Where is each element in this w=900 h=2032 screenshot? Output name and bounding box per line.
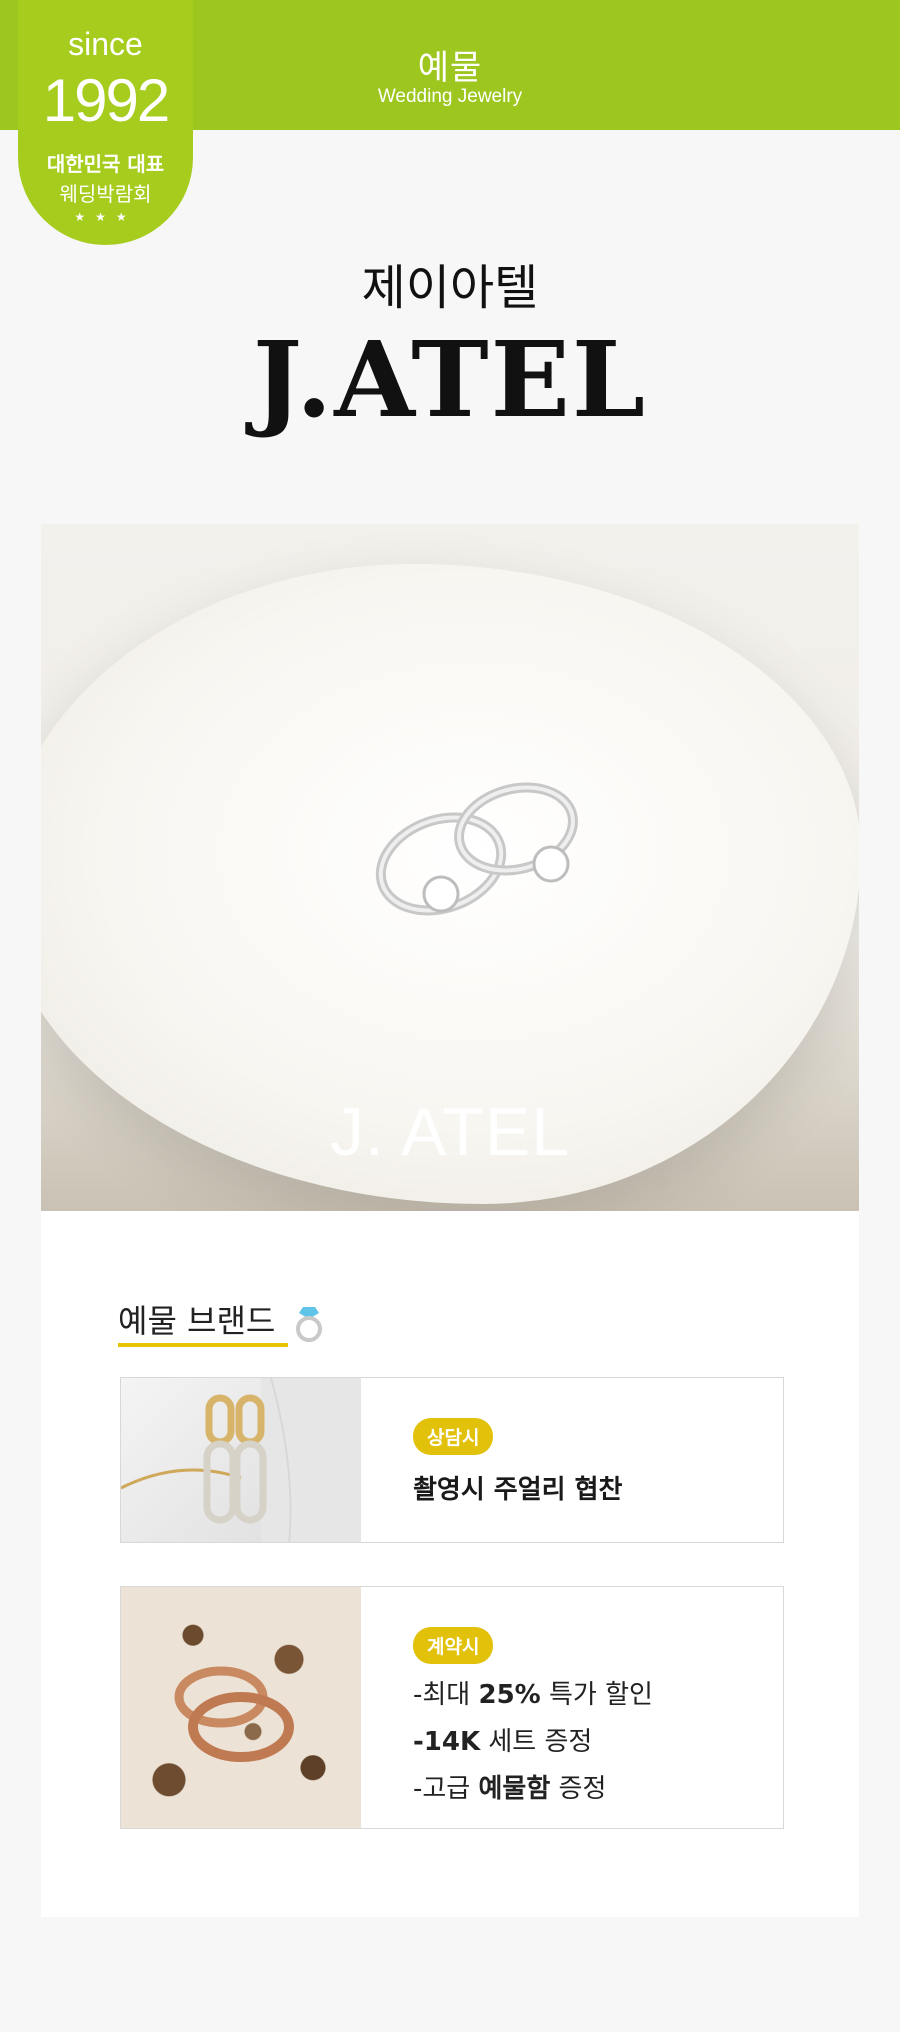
card-info: 계약시 -최대 25% 특가 할인 -14K 세트 증정 -고급 예물함 증정 [413, 1627, 653, 1813]
hero-image: J. ATEL [41, 524, 859, 1211]
badge-since: since [68, 26, 143, 62]
tag-badge: 상담시 [413, 1418, 494, 1455]
benefit-text: 촬영시 주얼리 협찬 [413, 1475, 623, 1505]
since-badge: since 1992 대한민국 대표 웨딩박람회 ★★★ [18, 0, 193, 245]
badge-year: 1992 [42, 67, 170, 134]
benefit-line: -14K 세트 증정 [413, 1727, 593, 1757]
rings-icon [375, 782, 578, 916]
badge-line2: 웨딩박람회 [59, 182, 152, 206]
earrings-photo [121, 1378, 361, 1542]
section-underline [118, 1343, 288, 1347]
benefit-line: -고급 예물함 증정 [413, 1774, 607, 1804]
benefit-card-consult: 상담시 촬영시 주얼리 협찬 [120, 1377, 784, 1543]
earrings-icon [121, 1378, 361, 1542]
rings-photo [121, 1587, 361, 1828]
ring-icon [295, 1307, 322, 1342]
gold-rings-icon [174, 1666, 294, 1762]
benefit-line: -최대 25% 특가 할인 [413, 1680, 653, 1710]
tag-badge: 계약시 [413, 1627, 494, 1664]
hero-watermark: J. ATEL [329, 1094, 571, 1170]
card-info: 상담시 촬영시 주얼리 협찬 [413, 1418, 622, 1506]
brand-name-korean: 제이아텔 [361, 260, 539, 316]
section-title-text: 예물 브랜드 [118, 1302, 276, 1340]
benefit-card-contract: 계약시 -최대 25% 특가 할인 -14K 세트 증정 -고급 예물함 증정 [120, 1586, 784, 1829]
brand-logo: J.ATEL [252, 318, 648, 441]
star-icon: ★★★ [74, 210, 137, 224]
section-title: 예물 브랜드 [118, 1296, 326, 1343]
badge-line1: 대한민국 대표 [46, 152, 165, 176]
